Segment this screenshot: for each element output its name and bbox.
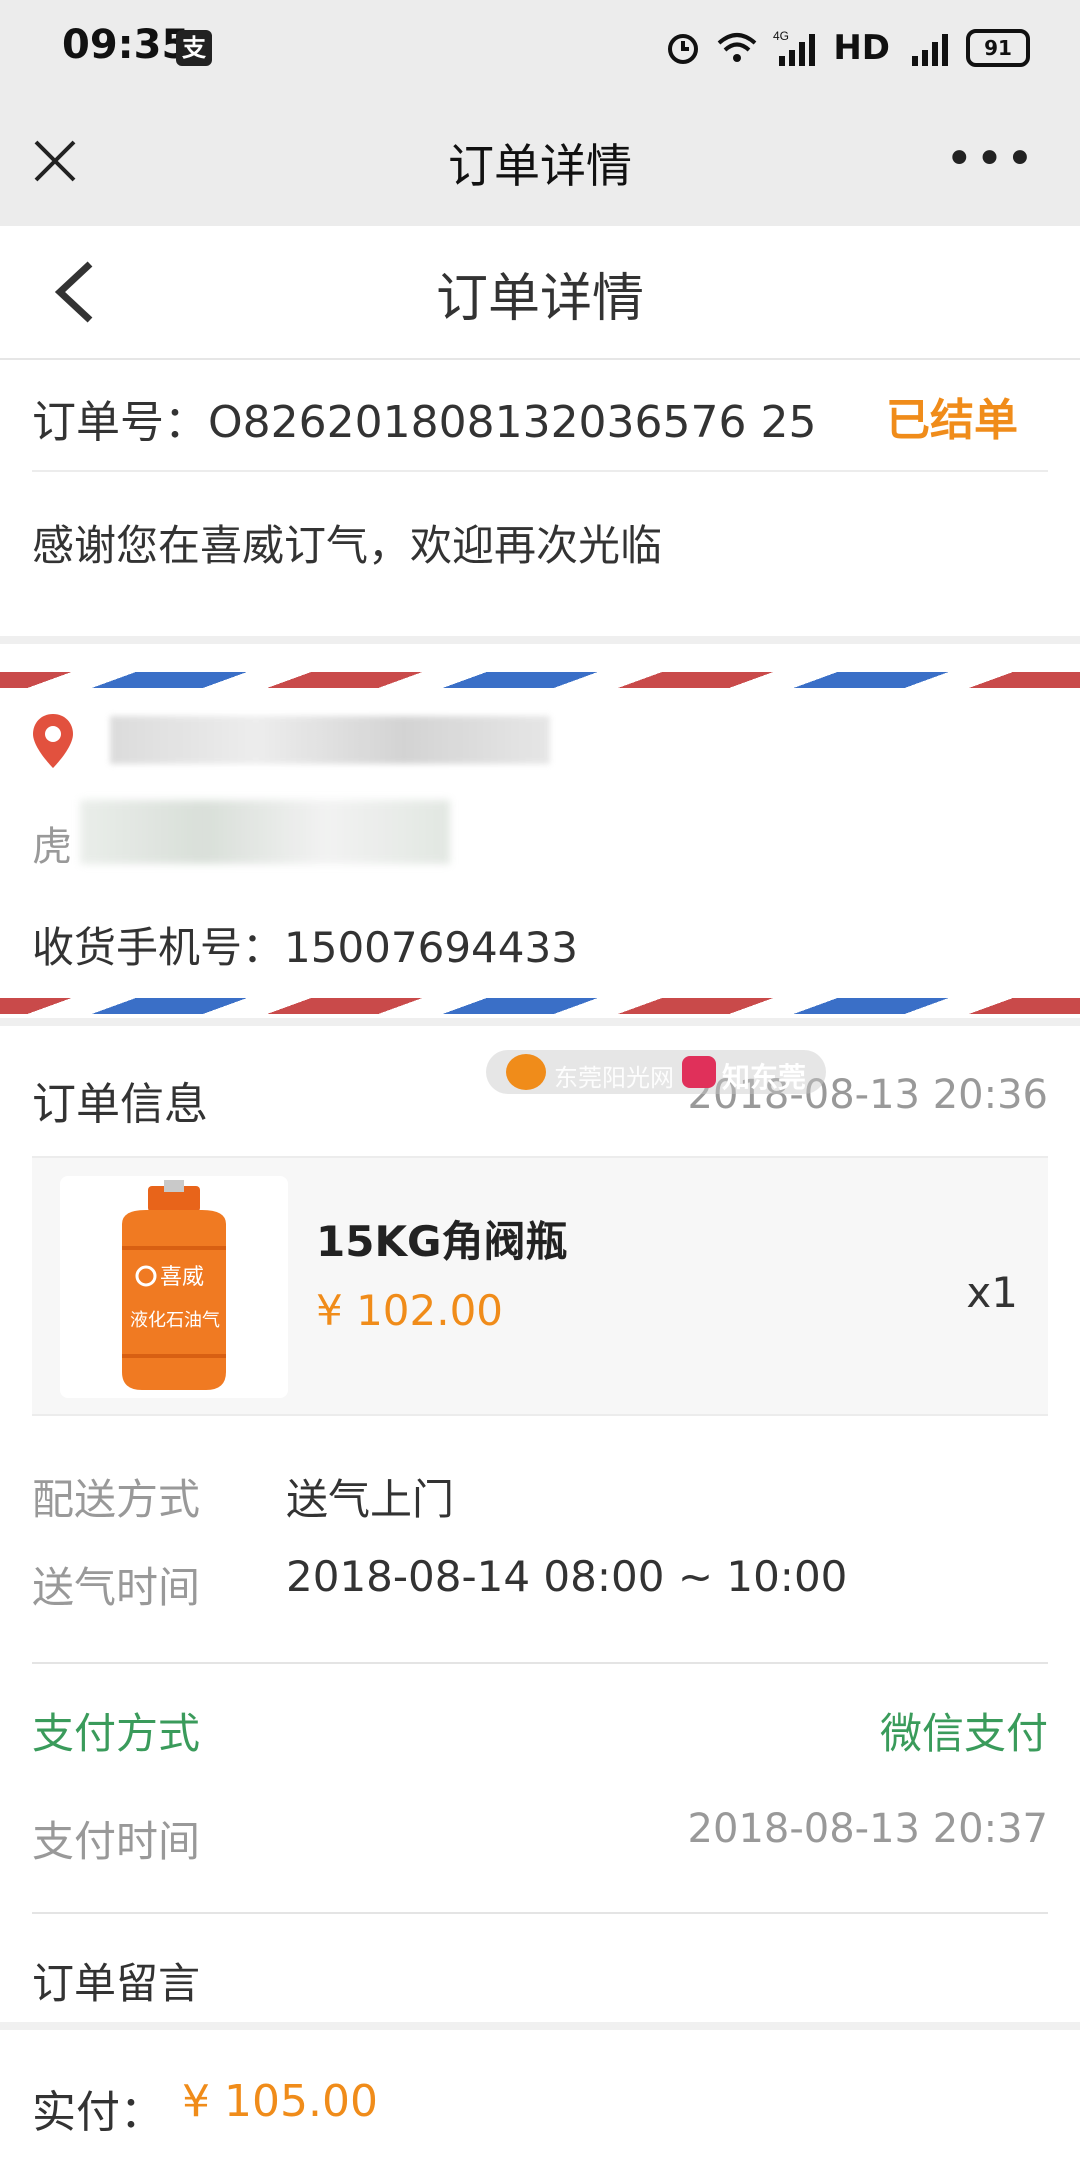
- product-price: ¥ 102.00: [316, 1286, 504, 1335]
- airmail-border-bottom: [0, 998, 1080, 1014]
- location-pin-icon: [33, 714, 73, 768]
- payment-method-value: 微信支付: [879, 1709, 1048, 1758]
- recipient-phone: 收货手机号：15007694433: [32, 923, 578, 972]
- watermark: 东莞阳光网 知东莞: [486, 1050, 826, 1094]
- payment-time-label: 支付时间: [32, 1817, 201, 1866]
- alarm-icon: [668, 34, 699, 64]
- section-divider: [0, 636, 1080, 644]
- order-number-row: 订单号：O826201808132036576 25 已结单: [32, 360, 1048, 472]
- recipient-redacted: [80, 800, 450, 864]
- signal-4g-icon: 4G: [773, 29, 816, 66]
- divider: [32, 1912, 1048, 1914]
- payment-time-value: 2018-08-13 20:37: [687, 1806, 1048, 1852]
- cylinder-brand: 喜威: [160, 1265, 204, 1290]
- page-header: 订单详情: [0, 226, 1080, 360]
- wechat-nav-title: 订单详情: [448, 139, 632, 193]
- product-card[interactable]: 喜威 液化石油气 15KG角阀瓶 ¥ 102.00 x1: [32, 1158, 1048, 1416]
- wechat-nav-bar: 订单详情 •••: [0, 96, 1080, 226]
- page-title: 订单详情: [435, 269, 644, 329]
- signal-icon: [912, 34, 948, 66]
- recipient-name: 虎: [32, 824, 72, 870]
- eye-logo-icon: [682, 1056, 716, 1088]
- payment-footer: 实付： ¥ 105.00: [0, 2022, 1080, 2168]
- delivery-method-value: 送气上门: [286, 1475, 455, 1524]
- divider: [32, 1662, 1048, 1664]
- status-time: 09:35: [62, 22, 190, 68]
- watermark-site: 东莞阳光网: [554, 1064, 674, 1092]
- more-icon[interactable]: •••: [945, 135, 1036, 183]
- thanks-message: 感谢您在喜威订气，欢迎再次光临: [32, 521, 663, 570]
- address-redacted: [110, 716, 550, 764]
- order-memo-label: 订单留言: [32, 1959, 201, 2008]
- wifi-icon: [717, 33, 757, 62]
- product-image: 喜威 液化石油气: [60, 1176, 288, 1398]
- amount-paid-label: 实付：: [32, 2087, 164, 2138]
- order-number: 订单号：O826201808132036576 25: [32, 397, 817, 448]
- amount-paid-value: ¥ 105.00: [182, 2076, 378, 2127]
- section-divider: [0, 1018, 1080, 1026]
- watermark-brand: 知东莞: [722, 1061, 807, 1094]
- product-quantity: x1: [966, 1268, 1018, 1317]
- order-status-badge: 已结单: [886, 395, 1018, 446]
- airmail-border-top: [0, 672, 1080, 688]
- payment-method-label: 支付方式: [32, 1709, 201, 1758]
- cylinder-label: 液化石油气: [130, 1310, 220, 1331]
- delivery-time-value: 2018-08-14 08:00 ~ 10:00: [286, 1552, 848, 1601]
- delivery-method-label: 配送方式: [32, 1475, 201, 1524]
- delivery-time-label: 送气时间: [32, 1563, 201, 1612]
- status-bar: 09:35 支 4G HD 91: [0, 0, 1080, 96]
- order-info-title: 订单信息: [32, 1079, 208, 1130]
- battery-icon: 91: [966, 29, 1030, 67]
- alipay-notification-icon: 支: [176, 30, 212, 66]
- hd-indicator: HD: [833, 28, 890, 68]
- status-indicators: 4G HD 91: [665, 24, 1030, 72]
- product-name: 15KG角阀瓶: [316, 1217, 568, 1266]
- sun-logo-icon: [506, 1054, 546, 1090]
- gas-cylinder-icon: 喜威 液化石油气: [122, 1180, 226, 1390]
- svg-text:4G: 4G: [773, 29, 789, 43]
